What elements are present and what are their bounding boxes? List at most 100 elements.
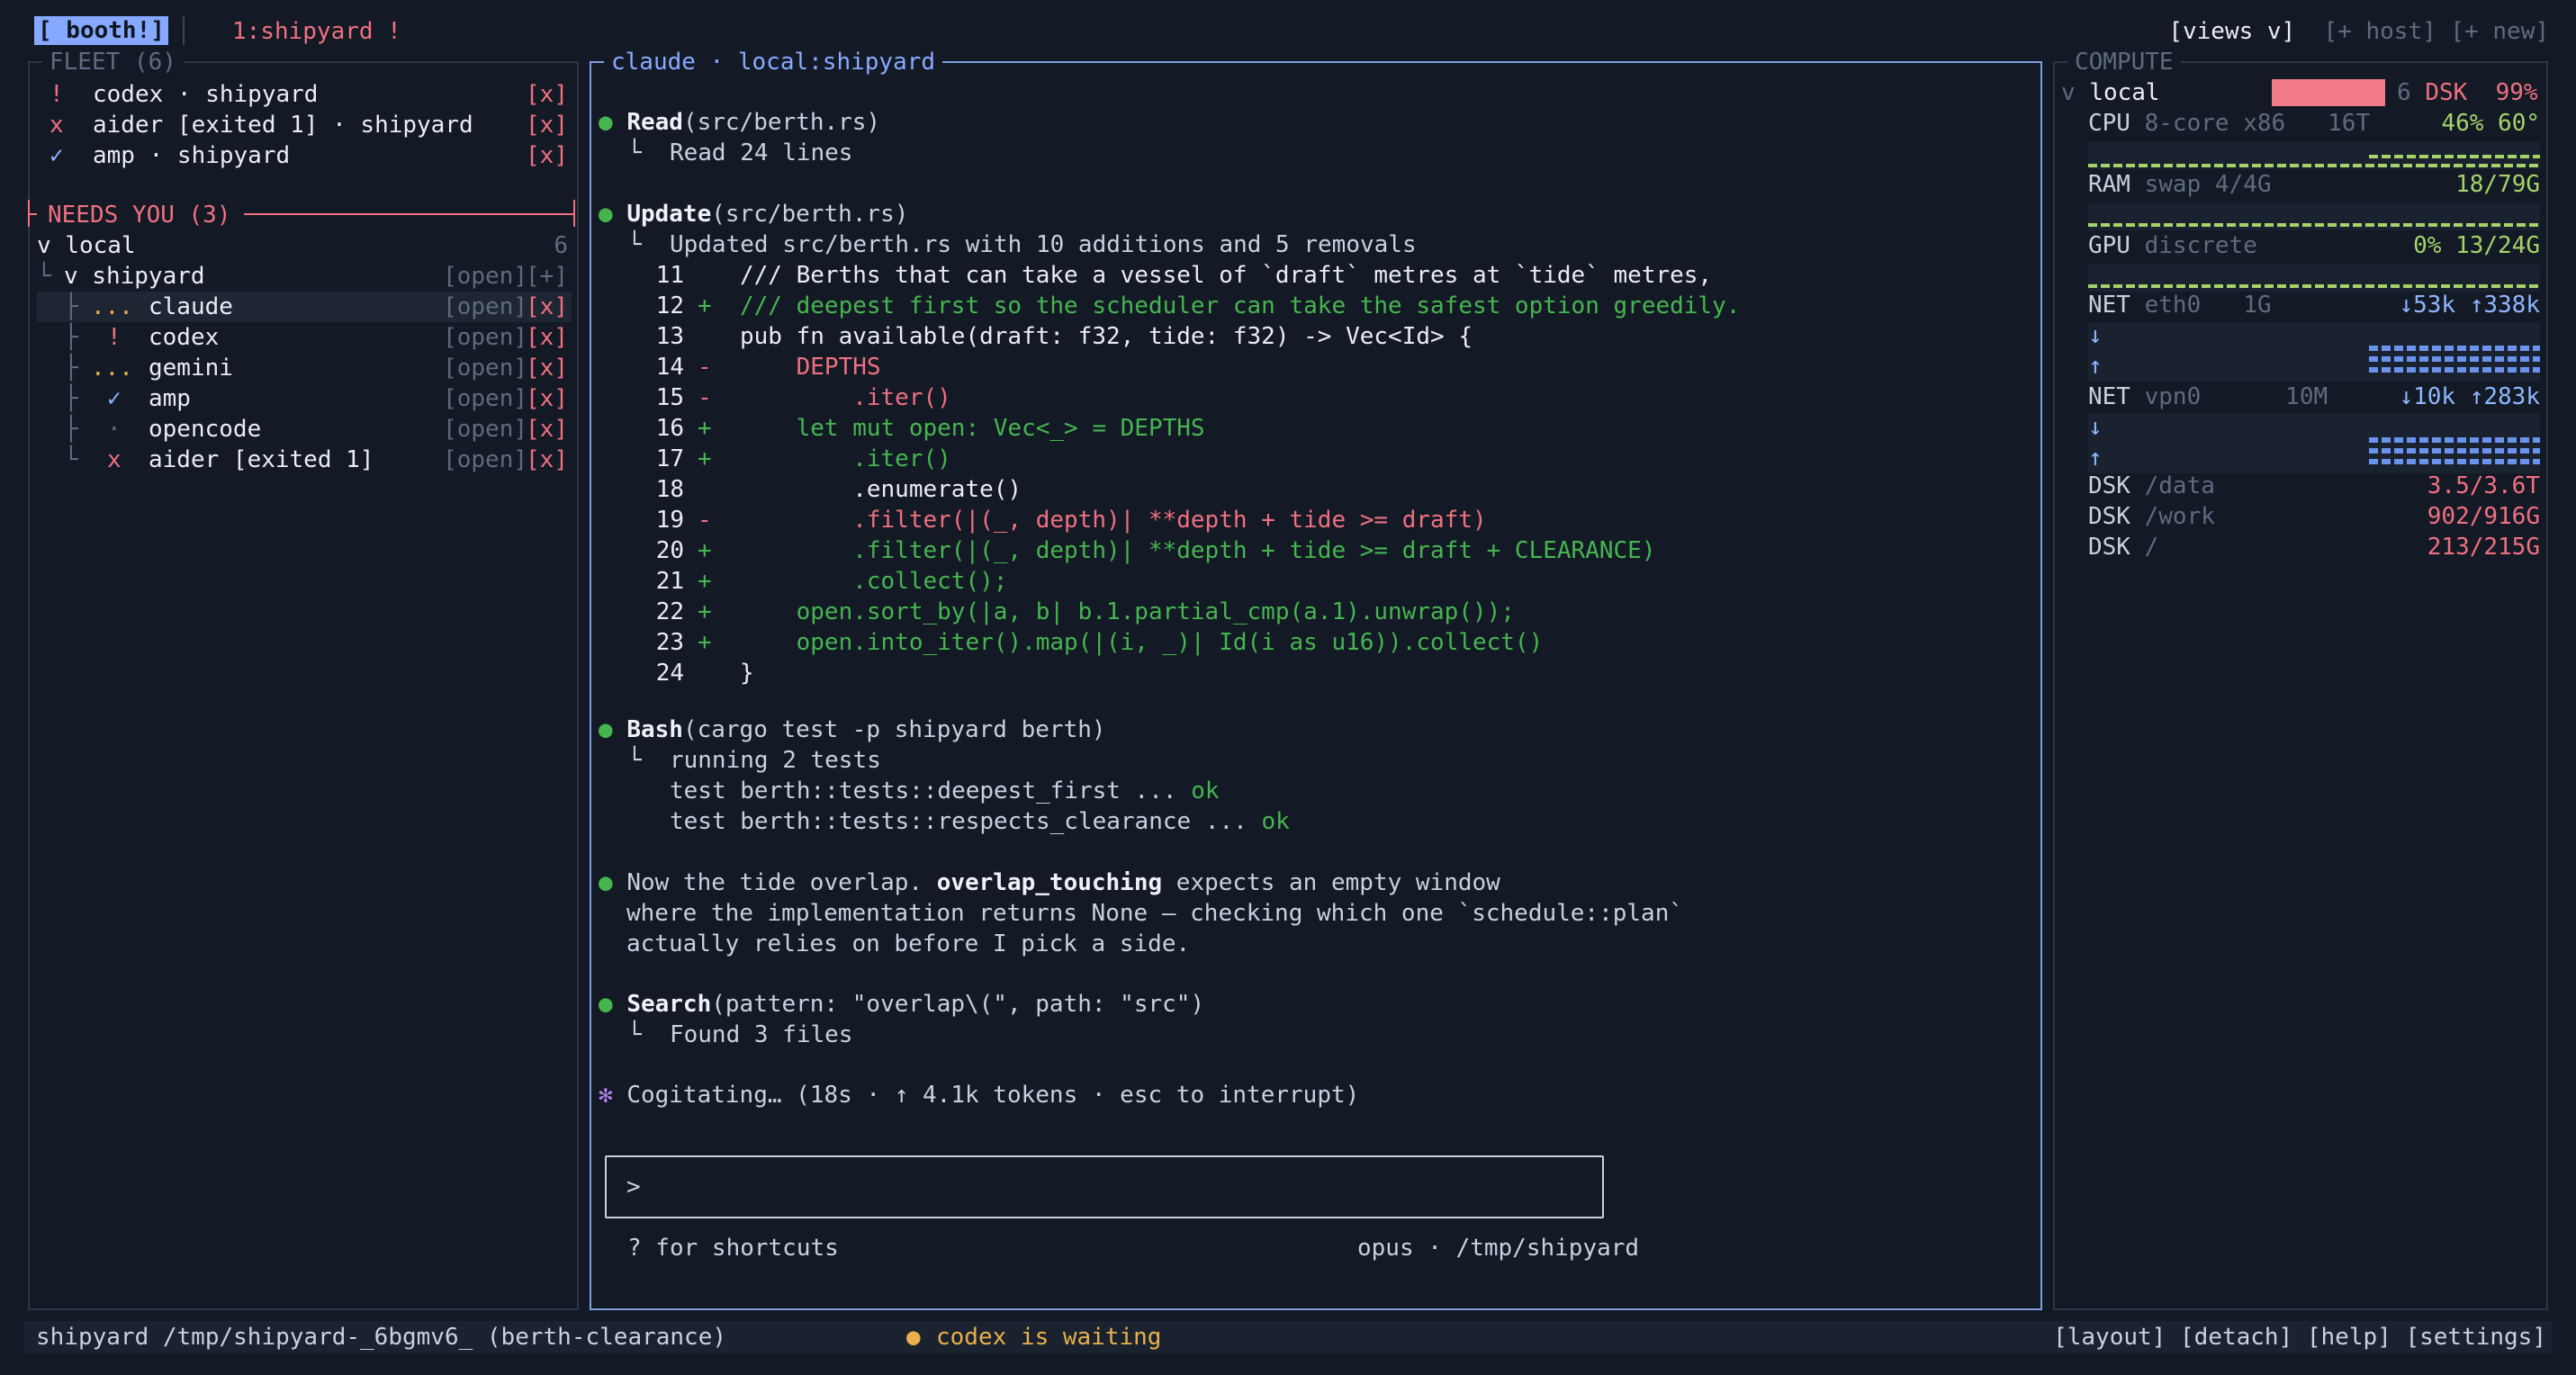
tree-item[interactable]: ├ · opencode [open] [x] [30, 414, 577, 445]
net-speed: 1G [2243, 292, 2272, 319]
fleet-agent[interactable]: x aider [exited 1] · shipyard [x] [30, 110, 577, 140]
diff-sign: - [698, 507, 712, 534]
close-button[interactable]: [x] [526, 79, 568, 110]
open-button[interactable]: [open] [443, 445, 527, 475]
gpu-value: 0% 13/24G [2413, 232, 2540, 259]
collapse-icon: v [2061, 79, 2076, 106]
idle-icon: · [107, 416, 122, 443]
diff-code: /// Berths that can take a vessel of `dr… [740, 262, 1713, 289]
diff-line-number: 15 [655, 384, 684, 411]
model-info: opus · /tmp/shipyard [1357, 1235, 1640, 1262]
upload-arrow-icon: ↑ [2088, 445, 2103, 472]
ram-desc: swap 4/4G [2144, 171, 2272, 198]
project-label: v shipyard [64, 263, 205, 290]
test-line: test berth::tests::respects_clearance ..… [670, 806, 1290, 837]
open-button[interactable]: [open] [443, 383, 527, 414]
diff-code: pub fn available(draft: f32, tide: f32) … [740, 323, 1473, 350]
prompt-input[interactable]: > [605, 1155, 1604, 1218]
help-button[interactable]: [help] [2307, 1324, 2391, 1351]
tree-project[interactable]: └ v shipyard [open] [+] [30, 261, 577, 292]
net-spark-2 [2369, 356, 2540, 362]
open-button[interactable]: [open] [443, 322, 527, 353]
diff-code: .iter() [740, 384, 951, 411]
result-branch-icon: └ [627, 231, 642, 258]
diff-line-number: 23 [655, 629, 684, 656]
tree-connector: ├ [64, 416, 78, 443]
views-menu[interactable]: [views v] [2168, 18, 2295, 45]
new-session-button[interactable]: [+ new] [2450, 18, 2549, 45]
open-button[interactable]: [open] [443, 353, 527, 383]
tree-connector: └ [37, 263, 51, 290]
disk-path: /work [2144, 503, 2215, 530]
fleet-agent[interactable]: ✓ amp · shipyard [x] [30, 140, 577, 171]
tree-item[interactable]: └ x aider [exited 1] [open] [x] [30, 445, 577, 475]
test-name: test berth::tests::respects_clearance ..… [670, 808, 1262, 835]
close-button[interactable]: [x] [526, 414, 568, 445]
net-value: ↓10k ↑283k [2399, 383, 2540, 410]
tool-args: (src/berth.rs) [711, 201, 909, 228]
status-actions: [layout] [detach] [help] [settings] [2053, 1322, 2546, 1353]
cpu-desc: 8-core x86 [2144, 110, 2286, 137]
layout-button[interactable]: [layout] [2053, 1324, 2166, 1351]
disk-row: DSK / [2088, 532, 2158, 562]
status-workspace: shipyard /tmp/shipyard-_6bgmv6_ (berth-c… [36, 1324, 727, 1351]
open-button[interactable]: [open] [443, 292, 527, 322]
diff-line-number: 12 [655, 292, 684, 319]
tree-item[interactable]: ├ ... claude [open] [x] [37, 292, 572, 322]
result-branch-icon: └ [627, 1021, 642, 1048]
item-label: gemini [149, 355, 233, 382]
detach-button[interactable]: [detach] [2180, 1324, 2292, 1351]
disk-path: /data [2144, 472, 2215, 499]
add-button[interactable]: [+] [526, 261, 568, 292]
diff-line-number: 13 [655, 323, 684, 350]
tree-host[interactable]: v local 6 [30, 230, 577, 261]
close-button[interactable]: [x] [526, 110, 568, 140]
item-label: opencode [149, 416, 262, 443]
tree-item[interactable]: ├ ... gemini [open] [x] [30, 353, 577, 383]
item-label: claude [149, 293, 233, 320]
needs-you-label: NEEDS YOU (3) [48, 202, 231, 229]
diff-sign: - [698, 384, 712, 411]
tool-name: Read [626, 109, 683, 136]
close-button[interactable]: [x] [526, 140, 568, 171]
topbar-divider [183, 16, 185, 45]
add-host-button[interactable]: [+ host] [2324, 18, 2436, 45]
compute-host[interactable]: v local [2061, 77, 2160, 108]
close-button[interactable]: [x] [526, 292, 568, 322]
item-label: amp [149, 385, 191, 412]
disk-label: DSK [2088, 472, 2130, 499]
status-notice[interactable]: codex is waiting [936, 1322, 1161, 1353]
close-button[interactable]: [x] [526, 353, 568, 383]
tree-item[interactable]: ├ ! codex [open] [x] [30, 322, 577, 353]
tree-connector: ├ [64, 324, 78, 351]
close-button[interactable]: [x] [526, 322, 568, 353]
ram-usage-bar [2088, 223, 2540, 227]
tree-item[interactable]: ├ ✓ amp [open] [x] [30, 383, 577, 414]
diff-code: let mut open: Vec<_> = DEPTHS [740, 415, 1205, 442]
needs-you-header: NEEDS YOU (3) [28, 200, 575, 230]
check-icon: ✓ [50, 142, 64, 169]
settings-button[interactable]: [settings] [2405, 1324, 2546, 1351]
tool-name: Update [626, 201, 712, 228]
agent-label: codex · shipyard [93, 81, 319, 108]
close-button[interactable]: [x] [526, 383, 568, 414]
host-usage-bar [2272, 79, 2385, 106]
open-button[interactable]: [open] [443, 414, 527, 445]
gpu-row: GPU discrete [2088, 230, 2257, 261]
working-icon: ... [91, 293, 133, 320]
tool-update: ● Update(src/berth.rs) [599, 199, 908, 229]
result-branch-icon: └ [627, 747, 642, 774]
message-emphasis: overlap_touching [936, 869, 1163, 896]
workspace-tab[interactable]: 1:shipyard ! [232, 16, 401, 47]
close-button[interactable]: [x] [526, 445, 568, 475]
fleet-agent[interactable]: ! codex · shipyard [x] [30, 79, 577, 110]
tool-search: ● Search(pattern: "overlap\(", path: "sr… [599, 989, 1204, 1020]
host-summary: 6 DSK 99% [2397, 77, 2538, 108]
status-dot-icon: ● [599, 109, 613, 136]
diff-line-number: 18 [655, 476, 684, 503]
net-label: NET [2088, 383, 2130, 410]
test-status: ok [1261, 808, 1290, 835]
app-logo[interactable]: [ booth!] [34, 16, 168, 45]
cpu-usage-bar [2088, 164, 2540, 167]
open-button[interactable]: [open] [443, 261, 527, 292]
